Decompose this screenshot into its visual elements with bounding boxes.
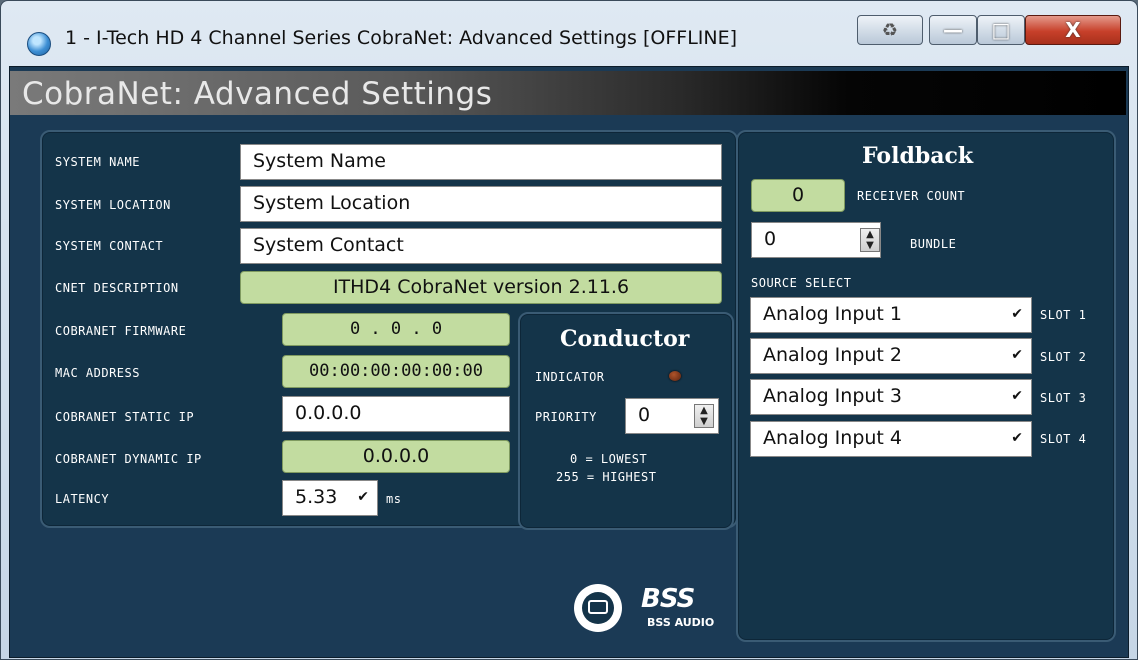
bss-logo-text: BSS AUDIO [647,616,715,629]
bss-crown-logo-icon [574,584,622,632]
spinner-down-icon: ▼ [700,416,708,427]
minimize-icon: — [943,18,963,42]
slot-3-select[interactable]: Analog Input 3 ✔ [750,379,1032,415]
maximize-button[interactable]: □ [977,15,1025,45]
spinner-up-icon: ▲ [700,405,708,416]
close-icon: X [1065,18,1081,42]
mac-address-value: 00:00:00:00:00:00 [282,355,510,388]
chevron-down-icon: ✔ [1011,388,1023,404]
bundle-spinner[interactable]: ▲ ▼ [860,228,880,252]
slot-4-label: SLOT 4 [1040,432,1087,446]
bundle-label: BUNDLE [910,237,957,251]
mac-address-label: MAC ADDRESS [55,366,140,380]
slot-2-select[interactable]: Analog Input 2 ✔ [750,338,1032,374]
app-icon[interactable] [27,32,51,56]
slot-4-select[interactable]: Analog Input 4 ✔ [750,421,1032,457]
cnet-description-label: CNET DESCRIPTION [55,281,179,295]
system-location-label: SYSTEM LOCATION [55,198,171,212]
foldback-title: Foldback [862,143,974,169]
chevron-down-icon: ✔ [1011,430,1023,446]
spinner-up-icon: ▲ [866,229,874,240]
title-bar[interactable]: 1 - I-Tech HD 4 Channel Series CobraNet:… [1,1,1137,67]
bss-logo-mark: BSS [641,584,695,614]
spinner-down-icon: ▼ [866,240,874,251]
close-button[interactable]: X [1025,15,1121,45]
source-select-label: SOURCE SELECT [751,276,852,290]
cobranet-static-ip-label: COBRANET STATIC IP [55,410,195,424]
priority-spinner[interactable]: ▲ ▼ [694,404,714,428]
latency-label: LATENCY [55,492,110,506]
slot-4-value: Analog Input 4 [763,427,903,449]
cobranet-dynamic-ip-value: 0.0.0.0 [282,440,510,473]
maximize-icon: □ [991,18,1011,42]
cobranet-firmware-label: COBRANET FIRMWARE [55,324,187,338]
indicator-label: INDICATOR [535,370,605,384]
latency-unit: ms [386,492,402,506]
slot-3-value: Analog Input 3 [763,385,903,407]
system-contact-input[interactable]: System Contact [240,228,722,264]
slot-2-value: Analog Input 2 [763,344,903,366]
recycle-icon: ♻ [881,19,899,41]
page-title: CobraNet: Advanced Settings [22,76,493,112]
system-contact-label: SYSTEM CONTACT [55,239,164,253]
priority-value: 0 [638,404,651,426]
receiver-count-value: 0 [751,179,845,212]
conductor-title: Conductor [560,326,690,352]
cobranet-firmware-value: 0 . 0 . 0 [282,313,510,346]
recycle-button[interactable]: ♻ [857,15,923,45]
chevron-down-icon: ✔ [1011,306,1023,322]
system-name-input[interactable]: System Name [240,144,722,180]
chevron-down-icon: ✔ [357,489,369,505]
lowest-note: 0 = LOWEST [570,452,648,466]
cobranet-static-ip-input[interactable]: 0.0.0.0 [282,396,510,432]
chevron-down-icon: ✔ [1011,347,1023,363]
cnet-description-value: ITHD4 CobraNet version 2.11.6 [240,271,722,304]
bundle-value: 0 [764,228,777,250]
latency-select[interactable]: 5.33 ✔ [282,480,378,516]
receiver-count-label: RECEIVER COUNT [857,189,966,203]
slot-2-label: SLOT 2 [1040,350,1087,364]
priority-label: PRIORITY [535,410,597,424]
slot-3-label: SLOT 3 [1040,391,1087,405]
window-title: 1 - I-Tech HD 4 Channel Series CobraNet:… [65,27,738,49]
slot-1-value: Analog Input 1 [763,303,903,325]
indicator-led [669,371,681,381]
highest-note: 255 = HIGHEST [556,470,657,484]
latency-value: 5.33 [295,486,338,508]
slot-1-select[interactable]: Analog Input 1 ✔ [750,297,1032,333]
minimize-button[interactable]: — [929,15,977,45]
system-location-input[interactable]: System Location [240,186,722,222]
system-name-label: SYSTEM NAME [55,155,140,169]
cobranet-dynamic-ip-label: COBRANET DYNAMIC IP [55,452,202,466]
slot-1-label: SLOT 1 [1040,308,1087,322]
